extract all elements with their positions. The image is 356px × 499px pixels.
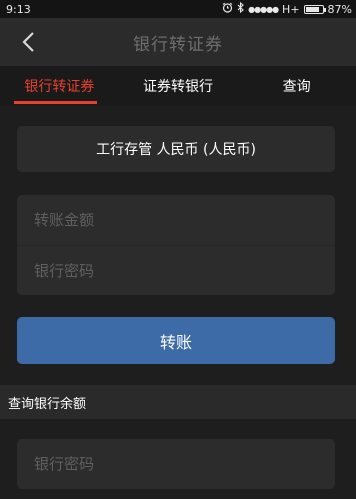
tab-label: 查询 (282, 79, 311, 95)
status-time: 9:13 (6, 2, 31, 16)
bluetooth-icon (237, 1, 244, 16)
transfer-form (17, 195, 335, 295)
amount-input[interactable] (34, 211, 314, 229)
balance-password-input[interactable] (34, 455, 314, 473)
status-indicators: ●●●●● H+ 87% (222, 1, 352, 16)
alarm-icon (222, 2, 233, 16)
balance-section-header: 查询银行余额 (0, 385, 356, 419)
bank-password-input[interactable] (34, 261, 314, 280)
account-selector[interactable]: 工行存管 人民币 (人民币) (17, 126, 335, 172)
balance-password-row (17, 439, 335, 489)
status-bar: 9:13 ●●●●● H+ 87% (0, 0, 356, 18)
tab-securities-to-bank[interactable]: 证券转银行 (119, 66, 238, 106)
tab-bank-to-securities[interactable]: 银行转证券 (0, 66, 119, 106)
tab-bar: 银行转证券 证券转银行 查询 (0, 66, 356, 106)
amount-row (17, 195, 335, 245)
active-tab-indicator (14, 101, 97, 104)
transfer-button[interactable]: 转账 (17, 317, 335, 364)
chevron-left-icon (22, 32, 34, 52)
tab-label: 银行转证券 (24, 79, 95, 95)
tab-label: 证券转银行 (143, 79, 213, 95)
page-title: 银行转证券 (133, 34, 223, 55)
battery-icon (303, 4, 326, 14)
back-button[interactable] (14, 28, 42, 56)
tab-query[interactable]: 查询 (237, 66, 356, 106)
network-type: H+ (282, 2, 300, 16)
account-label: 工行存管 人民币 (人民币) (96, 142, 256, 158)
signal-icon: ●●●●● (248, 4, 279, 14)
password-row (17, 245, 335, 295)
nav-bar: 银行转证券 (0, 18, 356, 66)
battery-percent: 87% (327, 2, 352, 16)
